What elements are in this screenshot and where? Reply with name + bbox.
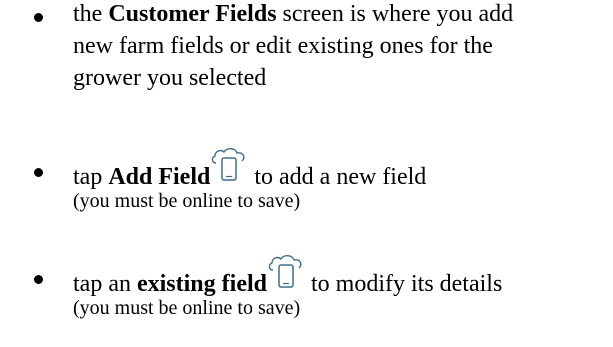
cloud-device-icon	[267, 255, 305, 289]
online-note: (you must be online to save)	[73, 297, 301, 319]
instruction-list: the Customer Fields screen is where you …	[0, 0, 613, 347]
bullet-dot	[34, 275, 43, 284]
online-note: (you must be online to save)	[73, 190, 301, 212]
item-line-1: tap Add Field to add a new field	[73, 148, 426, 193]
cloud-device-icon	[210, 148, 248, 182]
item-line-1: tap an existing field to modify its deta…	[73, 255, 502, 300]
bullet-dot	[34, 13, 43, 22]
item-line-3: grower you selected	[73, 65, 267, 91]
item-line-1: the Customer Fields screen is where you …	[73, 1, 514, 27]
item-line-2: new farm fields or edit existing ones fo…	[73, 33, 493, 59]
bullet-dot	[34, 168, 43, 177]
